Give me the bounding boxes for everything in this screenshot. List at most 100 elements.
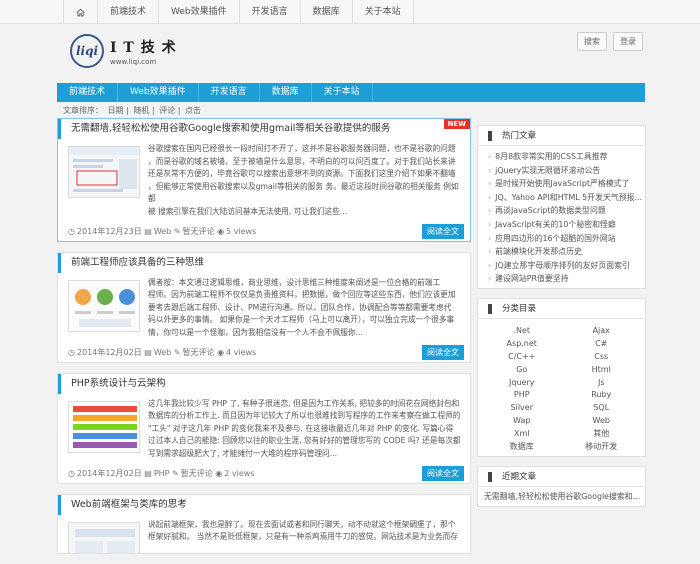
search-button[interactable]: 搜索: [577, 32, 607, 51]
post-category[interactable]: PHP: [154, 469, 170, 478]
top-nav: 前端技术 Web效果插件 开发语言 数据库 关于本站: [63, 0, 414, 24]
hot-post-link[interactable]: 前端模块化开发那点历史: [488, 245, 645, 259]
post-meta: ◷ 2014年12月02日 ▤ PHP ✎ 暂无评论 ◉ 2 views 阅读全…: [58, 465, 470, 483]
post-date: 2014年12月02日: [76, 469, 142, 478]
category-link[interactable]: Html: [562, 364, 642, 377]
folder-icon: ▤: [144, 469, 152, 478]
read-more-button[interactable]: 阅读全文: [422, 344, 464, 360]
categories-widget: 分类目录 .Net Ajax Asp.net C# C/C++ Css Go H…: [477, 297, 646, 457]
nav-item-web-plugins[interactable]: Web效果插件: [118, 83, 199, 102]
nav-item-languages[interactable]: 开发语言: [199, 83, 260, 102]
post-views: 2 views: [224, 469, 255, 478]
category-link[interactable]: .Net: [482, 325, 562, 338]
hot-post-link[interactable]: 再谈JavaScript的数据类型问题: [488, 204, 645, 218]
read-more-button[interactable]: 阅读全文: [422, 465, 464, 481]
clock-icon: ◷: [68, 469, 75, 478]
category-link[interactable]: Js: [562, 377, 642, 390]
post-card: Web前端框架与类库的思考 说起前端框架，我也是醉了。现在去面试或者和同行聊天，…: [57, 493, 471, 554]
nav-item-database[interactable]: 数据库: [260, 83, 312, 102]
top-bar: 前端技术 Web效果插件 开发语言 数据库 关于本站: [0, 0, 700, 24]
hot-post-link[interactable]: 应用四边形的16个超酷的国外网站: [488, 232, 645, 246]
logo-title: I T 技 术: [110, 39, 177, 56]
recent-posts-widget: 近期文章 无需翻墙,轻轻松松使用谷歌Google搜索和...: [477, 466, 646, 507]
post-excerpt: 说起前端框架，我也是醉了。现在去面试或者和同行聊天，动不动就这个框架碉堡了，那个…: [148, 519, 458, 542]
hot-post-link[interactable]: 是时候开始使用JavaScript严格模式了: [488, 177, 645, 191]
post-category[interactable]: Web: [154, 348, 171, 357]
hot-post-link[interactable]: 8月8款非常实用的CSS工具推荐: [488, 150, 645, 164]
post-comments[interactable]: 暂无评论: [183, 347, 215, 358]
sort-bar: 文章排序： 日期 | 随机 | 评论 | 点击: [63, 106, 201, 115]
comment-icon: ✎: [173, 348, 181, 358]
post-title[interactable]: 前端工程师应该具备的三种思维: [58, 252, 470, 273]
post-title[interactable]: PHP系统设计与云架构: [58, 373, 470, 394]
home-icon[interactable]: [63, 0, 97, 24]
comment-icon: ✎: [172, 469, 179, 478]
topnav-item-languages[interactable]: 开发语言: [238, 0, 300, 24]
hot-posts-widget: 热门文章 8月8款非常实用的CSS工具推荐 jQuery实现无限循环滚动公告 是…: [477, 125, 646, 289]
category-link[interactable]: Web: [562, 415, 642, 428]
sort-random[interactable]: 随机: [133, 106, 149, 115]
category-link[interactable]: Go: [482, 364, 562, 377]
category-link[interactable]: C/C++: [482, 351, 562, 364]
post-title[interactable]: Web前端框架与类库的思考: [58, 494, 470, 515]
post-thumbnail[interactable]: [68, 279, 140, 332]
category-link[interactable]: Asp.net: [482, 338, 562, 351]
logo-mark: liqi: [70, 34, 104, 68]
post-list: NEW 无需翻墙,轻轻松松使用谷歌Google搜索和使用gmail等相关谷歌提供…: [57, 118, 471, 564]
post-thumbnail[interactable]: [68, 400, 140, 453]
folder-icon: ▤: [144, 227, 152, 237]
category-link[interactable]: Xml: [482, 428, 562, 441]
category-link[interactable]: C#: [562, 338, 642, 351]
site-logo[interactable]: liqi I T 技 术 www.liqi.com: [70, 34, 177, 68]
category-link[interactable]: 移动开发: [562, 441, 642, 454]
nav-item-about[interactable]: 关于本站: [312, 83, 373, 102]
post-thumbnail[interactable]: [68, 521, 140, 553]
hot-post-link[interactable]: 建设网站PR值要坚持: [488, 272, 645, 286]
post-thumbnail[interactable]: [68, 146, 140, 198]
login-button[interactable]: 登录: [613, 32, 643, 51]
clock-icon: ◷: [68, 348, 75, 358]
recent-post-link[interactable]: 无需翻墙,轻轻松松使用谷歌Google搜索和...: [478, 487, 645, 506]
comment-icon: ✎: [173, 227, 181, 237]
hot-post-link[interactable]: JavaScript有关的10个秘密和怪癖: [488, 218, 645, 232]
hot-post-link[interactable]: jQuery实现无限循环滚动公告: [488, 164, 645, 178]
eye-icon: ◉: [217, 227, 225, 237]
widget-title: 热门文章: [478, 126, 645, 146]
post-comments[interactable]: 暂无评论: [181, 468, 213, 479]
sort-by-clicks[interactable]: 点击: [185, 106, 201, 115]
nav-item-frontend[interactable]: 前端技术: [57, 83, 119, 102]
category-link[interactable]: SQL: [562, 402, 642, 415]
hot-post-link[interactable]: JQ、Yahoo API和HTML 5开发天气预报...: [488, 191, 645, 205]
folder-icon: ▤: [144, 348, 152, 358]
category-link[interactable]: Ajax: [562, 325, 642, 338]
post-comments[interactable]: 暂无评论: [183, 226, 215, 237]
post-date: 2014年12月02日: [76, 348, 142, 358]
header: liqi I T 技 术 www.liqi.com 搜索 登录: [63, 24, 646, 78]
category-link[interactable]: Jquery: [482, 377, 562, 390]
category-link[interactable]: PHP: [482, 389, 562, 402]
topnav-item-about[interactable]: 关于本站: [351, 0, 414, 24]
category-link[interactable]: Ruby: [562, 389, 642, 402]
topnav-item-frontend[interactable]: 前端技术: [97, 0, 158, 24]
eye-icon: ◉: [217, 348, 225, 358]
post-excerpt: 这几年我比较少写 PHP 了, 有种子很迷恋, 但是因为工作关系, 把较多的时间…: [148, 398, 461, 458]
category-link[interactable]: Silver: [482, 402, 562, 415]
category-link[interactable]: Wap: [482, 415, 562, 428]
topnav-item-database[interactable]: 数据库: [299, 0, 352, 24]
category-link[interactable]: Css: [562, 351, 642, 364]
widget-title: 分类目录: [478, 299, 645, 319]
eye-icon: ◉: [215, 469, 223, 478]
topnav-item-web-plugins[interactable]: Web效果插件: [158, 0, 239, 24]
widget-title: 近期文章: [478, 467, 645, 487]
hot-post-link[interactable]: JQ建立那字母顺序排列的友好页面索引: [488, 259, 645, 273]
read-more-button[interactable]: 阅读全文: [422, 223, 464, 239]
post-category[interactable]: Web: [154, 227, 171, 236]
category-link[interactable]: 数据库: [482, 441, 562, 454]
sort-by-date[interactable]: 日期: [108, 106, 124, 115]
post-title[interactable]: 无需翻墙,轻轻松松使用谷歌Google搜索和使用gmail等相关谷歌提供的服务: [58, 119, 470, 139]
sort-by-comments[interactable]: 评论: [159, 106, 175, 115]
post-meta: ◷ 2014年12月02日 ▤ Web ✎ 暂无评论 ◉ 4 views 阅读全…: [58, 344, 470, 362]
new-badge: NEW: [443, 119, 470, 129]
category-link[interactable]: 其他: [562, 428, 642, 441]
post-excerpt: 偶者按：本文通过逻辑思维，商业思维，设计思维三种维度来阐述是一位合格的前端工 程…: [148, 277, 456, 337]
